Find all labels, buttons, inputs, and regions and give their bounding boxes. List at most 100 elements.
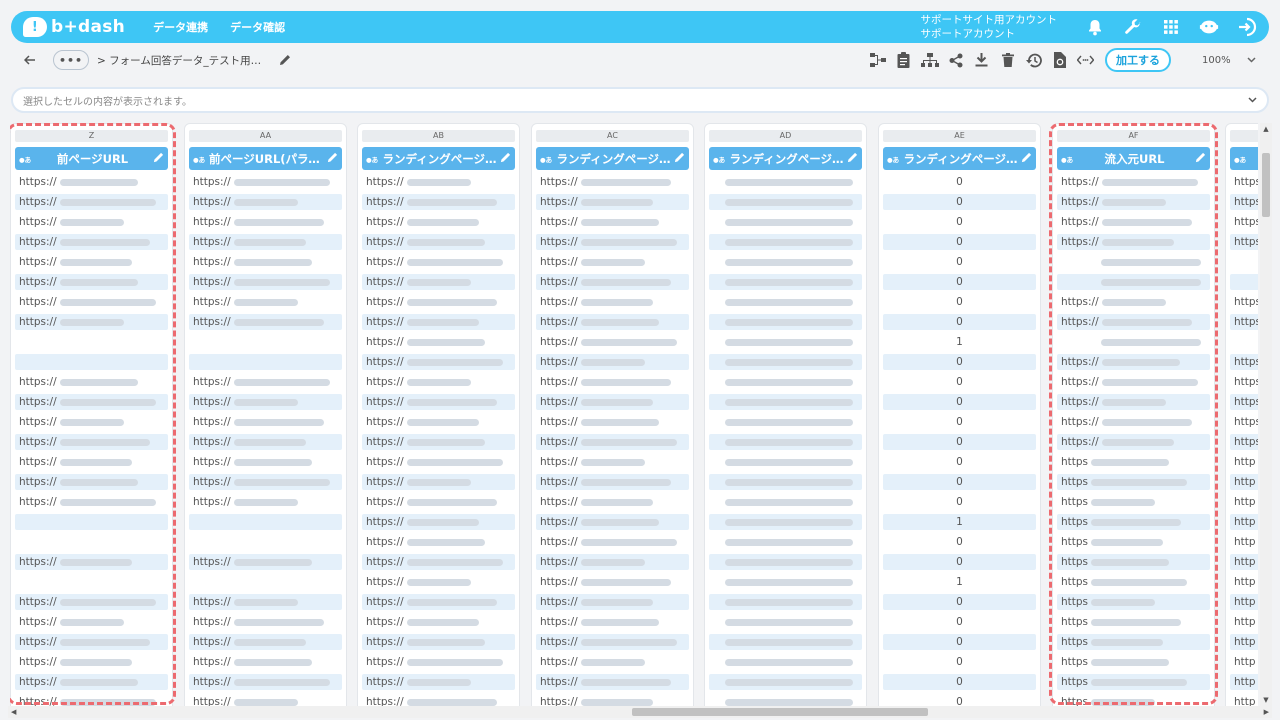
table-cell[interactable]: http [1230, 454, 1258, 470]
table-cell[interactable]: https:// [189, 674, 342, 690]
table-cell[interactable] [709, 594, 862, 610]
table-cell[interactable]: https [1057, 574, 1210, 590]
table-cell[interactable]: https:// [536, 494, 689, 510]
table-cell[interactable]: https:// [536, 314, 689, 330]
table-cell[interactable]: https:// [536, 434, 689, 450]
table-cell[interactable] [709, 694, 862, 706]
column-header[interactable]: ●あ ランディングページ… [709, 147, 862, 170]
table-cell[interactable]: https:// [15, 394, 168, 410]
table-cell[interactable]: https:// [536, 534, 689, 550]
file-refresh-icon[interactable] [1050, 51, 1069, 70]
table-cell[interactable]: https:// [362, 554, 515, 570]
table-cell[interactable]: https:// [362, 694, 515, 706]
table-cell[interactable]: https:// [362, 614, 515, 630]
table-cell[interactable]: http [1230, 634, 1258, 650]
table-cell[interactable]: https [1057, 614, 1210, 630]
table-cell[interactable]: https:// [189, 634, 342, 650]
table-cell[interactable]: https [1057, 654, 1210, 670]
table-cell[interactable] [709, 314, 862, 330]
table-cell[interactable]: https [1057, 594, 1210, 610]
process-button[interactable]: 加工する [1105, 48, 1171, 72]
column-header[interactable]: ●あ 流入元URL [1057, 147, 1210, 170]
table-cell[interactable]: https:// [15, 294, 168, 310]
table-cell[interactable]: https:// [189, 654, 342, 670]
table-cell[interactable]: https:// [15, 474, 168, 490]
table-cell[interactable]: https:// [1057, 234, 1210, 250]
table-cell[interactable]: https:// [189, 174, 342, 190]
table-cell[interactable]: https:// [15, 674, 168, 690]
table-cell[interactable] [709, 334, 862, 350]
table-cell[interactable]: https:// [15, 174, 168, 190]
table-cell[interactable]: https:// [362, 394, 515, 410]
column-edit-icon[interactable] [1021, 152, 1032, 166]
table-cell[interactable]: https:// [362, 514, 515, 530]
table-cell[interactable]: https:// [362, 314, 515, 330]
table-cell[interactable]: https:// [189, 694, 342, 706]
zoom-select[interactable]: 100% [1182, 49, 1260, 71]
table-cell[interactable] [709, 634, 862, 650]
table-cell[interactable]: https [1057, 554, 1210, 570]
table-cell[interactable]: https:// [15, 694, 168, 706]
table-cell[interactable] [15, 514, 168, 530]
table-cell[interactable] [709, 194, 862, 210]
table-cell[interactable] [709, 434, 862, 450]
table-cell[interactable] [15, 334, 168, 350]
table-cell[interactable]: https:// [15, 634, 168, 650]
table-cell[interactable]: https:// [15, 554, 168, 570]
table-cell[interactable]: https:// [536, 614, 689, 630]
table-cell[interactable] [709, 294, 862, 310]
column-edit-icon[interactable] [1195, 152, 1206, 166]
table-cell[interactable]: https:// [536, 694, 689, 706]
table-cell[interactable]: http [1230, 514, 1258, 530]
table-cell[interactable]: https:// [1057, 414, 1210, 430]
table-cell[interactable]: https [1057, 674, 1210, 690]
table-cell[interactable]: 0 [883, 414, 1036, 430]
table-cell[interactable] [709, 354, 862, 370]
table-cell[interactable] [189, 334, 342, 350]
table-cell[interactable]: https:// [536, 354, 689, 370]
table-cell[interactable] [709, 174, 862, 190]
table-cell[interactable] [709, 654, 862, 670]
table-cell[interactable]: https:// [536, 274, 689, 290]
table-cell[interactable]: http [1230, 594, 1258, 610]
column-letter[interactable]: AA [189, 130, 342, 142]
table-cell[interactable]: 0 [883, 394, 1036, 410]
table-cell[interactable]: https:// [15, 274, 168, 290]
table-cell[interactable] [189, 534, 342, 550]
table-cell[interactable]: https:// [362, 334, 515, 350]
table-cell[interactable]: https:// [536, 654, 689, 670]
back-arrow-icon[interactable] [20, 51, 39, 70]
app-logo[interactable]: ! b+dash [23, 17, 125, 37]
vertical-scroll-thumb[interactable] [1262, 153, 1270, 217]
table-cell[interactable]: https:// [362, 474, 515, 490]
table-cell[interactable]: https:// [362, 654, 515, 670]
table-cell[interactable]: https:// [15, 194, 168, 210]
table-cell[interactable]: https:// [189, 614, 342, 630]
table-cell[interactable]: https:// [536, 234, 689, 250]
edit-pencil-icon[interactable] [275, 51, 294, 70]
table-cell[interactable]: https:// [536, 574, 689, 590]
table-cell[interactable]: https:// [189, 294, 342, 310]
table-cell[interactable]: https:// [536, 674, 689, 690]
table-cell[interactable] [1057, 274, 1210, 290]
table-cell[interactable]: https:// [15, 614, 168, 630]
table-cell[interactable]: http [1230, 574, 1258, 590]
table-cell[interactable]: https:// [189, 454, 342, 470]
account-info[interactable]: サポートサイト用アカウント サポートアカウント [921, 13, 1058, 41]
table-cell[interactable] [1230, 254, 1258, 270]
history-icon[interactable] [1024, 51, 1043, 70]
table-cell[interactable]: https:// [15, 594, 168, 610]
table-cell[interactable] [1057, 254, 1210, 270]
table-cell[interactable]: https [1230, 394, 1258, 410]
table-cell[interactable] [709, 514, 862, 530]
table-cell[interactable]: 0 [883, 474, 1036, 490]
column-edit-icon[interactable] [500, 152, 511, 166]
table-cell[interactable]: https:// [15, 494, 168, 510]
table-cell[interactable]: 0 [883, 654, 1036, 670]
scroll-left-icon[interactable]: ◀ [11, 706, 16, 718]
table-cell[interactable]: 0 [883, 434, 1036, 450]
table-cell[interactable]: 0 [883, 674, 1036, 690]
table-cell[interactable]: https:// [362, 274, 515, 290]
table-cell[interactable]: http [1230, 694, 1258, 706]
scroll-down-icon[interactable]: ▼ [1262, 696, 1270, 704]
